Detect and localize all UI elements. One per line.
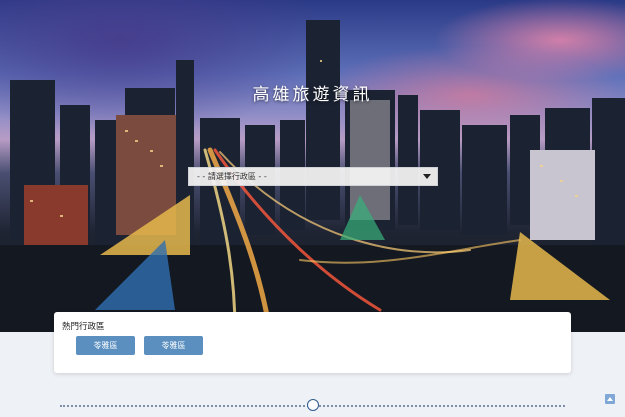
pagination-current-dot[interactable] — [307, 399, 319, 411]
hero-banner-image: 高雄旅遊資訊 - - 請選擇行政區 - - — [0, 0, 625, 332]
district-button-lingya-2[interactable]: 苓雅區 — [144, 336, 203, 355]
district-button-lingya-1[interactable]: 苓雅區 — [76, 336, 135, 355]
district-select[interactable]: - - 請選擇行政區 - - — [188, 167, 438, 186]
district-select-value: - - 請選擇行政區 - - — [197, 172, 267, 181]
page-title: 高雄旅遊資訊 — [252, 85, 373, 105]
arrow-up-icon — [607, 397, 613, 401]
popular-districts-panel: 熱門行政區 苓雅區 苓雅區 — [54, 312, 571, 373]
chevron-down-icon — [423, 174, 431, 179]
popular-districts-heading: 熱門行政區 — [62, 322, 105, 332]
city-skyline-illustration — [0, 20, 625, 332]
back-to-top-button[interactable] — [605, 394, 615, 404]
